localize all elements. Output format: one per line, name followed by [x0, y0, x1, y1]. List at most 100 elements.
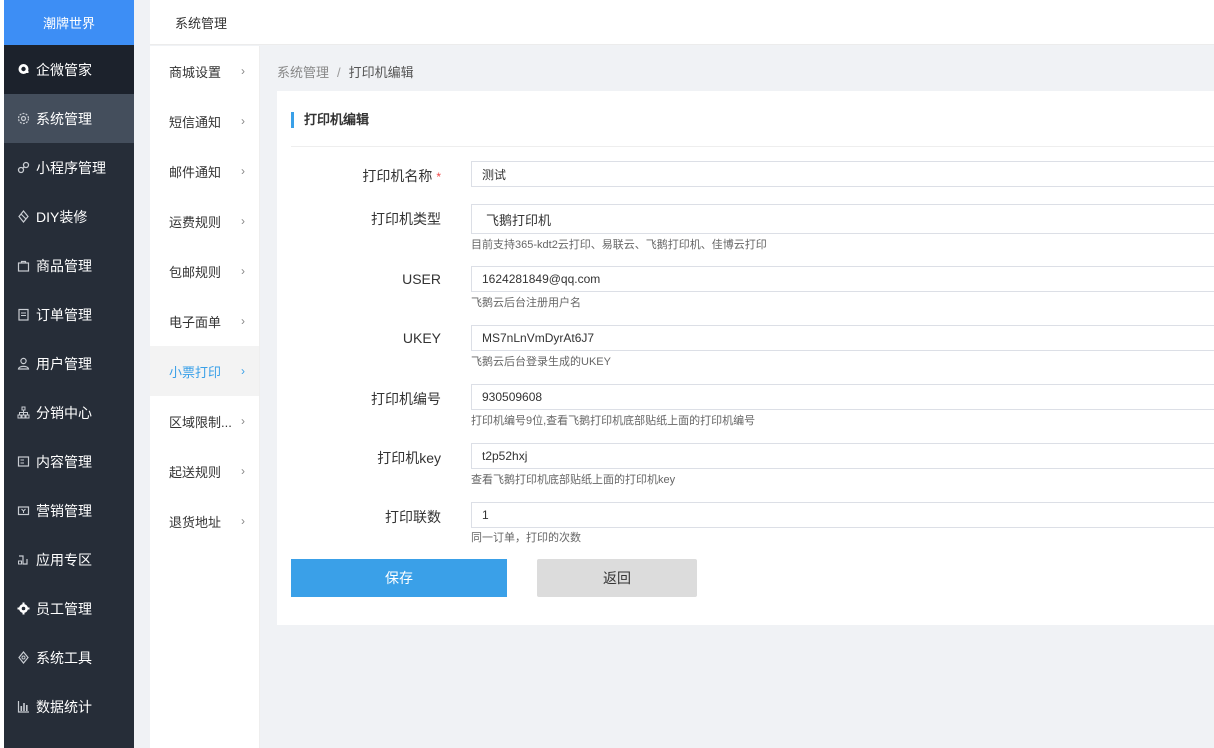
document-icon — [16, 455, 30, 469]
sidebar-item-staff[interactable]: 员工管理 — [4, 584, 134, 633]
breadcrumb-parent[interactable]: 系统管理 — [277, 65, 329, 80]
sidebar-item-label: 应用专区 — [36, 551, 92, 568]
submenu-item-return-address[interactable]: 退货地址 › — [150, 496, 259, 546]
sidebar-item-orders[interactable]: 订单管理 — [4, 290, 134, 339]
breadcrumb-current: 打印机编辑 — [348, 65, 414, 80]
qiwei-icon — [16, 63, 30, 77]
user-input[interactable]: 1624281849@qq.com — [471, 266, 1214, 292]
apps-icon — [16, 553, 30, 567]
submenu-item-sms[interactable]: 短信通知 › — [150, 96, 259, 146]
submenu-item-region-limit[interactable]: 区域限制... › — [150, 396, 259, 446]
submenu-item-label: 包邮规则 — [169, 264, 222, 280]
sidebar-item-content[interactable]: 内容管理 — [4, 437, 134, 486]
submenu-item-label: 小票打印 — [169, 364, 222, 380]
submenu-item-label: 起送规则 — [169, 464, 222, 480]
submenu-item-freight[interactable]: 运费规则 › — [150, 196, 259, 246]
user-icon — [16, 357, 30, 371]
sidebar-item-goods[interactable]: 商品管理 — [4, 241, 134, 290]
ukey-hint: 飞鹅云后台登录生成的UKEY — [471, 356, 611, 368]
submenu-item-e-waybill[interactable]: 电子面单 › — [150, 296, 259, 346]
submenu-item-receipt-print[interactable]: 小票打印 › — [150, 346, 259, 396]
staff-gear-icon — [16, 602, 30, 616]
chevron-right-icon: › — [241, 414, 245, 428]
main-sidebar: 潮牌世界 企微管家 系统管理 小程序管理 DIY装修 商品管理 订单管理 用户管… — [4, 0, 134, 748]
printer-edit-card: 打印机编辑 打印机名称 * 测试 打印机类型 飞鹅打印机 目前支持365-kdt2… — [277, 91, 1214, 625]
printer-type-label: 打印机类型 — [371, 211, 441, 227]
submenu-item-mall-settings[interactable]: 商城设置 › — [150, 46, 259, 96]
submenu-item-label: 邮件通知 — [169, 164, 222, 180]
sidebar-item-label: 内容管理 — [36, 453, 92, 470]
chevron-right-icon: › — [241, 364, 245, 378]
sidebar-item-qiwei[interactable]: 企微管家 — [4, 45, 134, 94]
sidebar-item-diy[interactable]: DIY装修 — [4, 192, 134, 241]
link-icon — [16, 161, 30, 175]
print-times-label: 打印联数 — [385, 509, 441, 525]
submenu-item-label: 电子面单 — [169, 314, 222, 330]
chevron-right-icon: › — [241, 164, 245, 178]
printer-sn-input[interactable]: 930509608 — [471, 384, 1214, 410]
sidebar-item-system[interactable]: 系统管理 — [4, 94, 134, 143]
breadcrumb: 系统管理 / 打印机编辑 — [277, 62, 414, 81]
sidebar-item-distribution[interactable]: 分销中心 — [4, 388, 134, 437]
chevron-right-icon: › — [241, 514, 245, 528]
printer-name-input[interactable]: 测试 — [471, 161, 1214, 187]
sidebar-item-label: 企微管家 — [36, 61, 92, 78]
sidebar-item-label: 订单管理 — [36, 306, 92, 323]
save-button[interactable]: 保存 — [291, 559, 507, 597]
sidebar-item-marketing[interactable]: 营销管理 — [4, 486, 134, 535]
top-header: 系统管理 — [150, 0, 1214, 45]
printer-key-input[interactable]: t2p52hxj — [471, 443, 1214, 469]
submenu-item-label: 商城设置 — [169, 64, 222, 80]
ukey-input[interactable]: MS7nLnVmDyrAt6J7 — [471, 325, 1214, 351]
submenu-item-label: 区域限制... — [169, 414, 232, 430]
ticket-icon — [16, 504, 30, 518]
printer-key-hint: 查看飞鹅打印机底部贴纸上面的打印机key — [471, 474, 676, 486]
sidebar-item-label: 员工管理 — [36, 600, 92, 617]
ukey-label: UKEY — [402, 330, 441, 346]
user-hint: 飞鹅云后台注册用户名 — [471, 297, 581, 309]
sidebar-item-label: DIY装修 — [36, 208, 88, 225]
submenu-item-min-delivery[interactable]: 起送规则 › — [150, 446, 259, 496]
brand-logo[interactable]: 潮牌世界 — [4, 0, 134, 45]
sidebar-item-label: 分销中心 — [36, 404, 92, 421]
user-label: USER — [402, 271, 441, 287]
clipboard-icon — [16, 308, 30, 322]
hierarchy-icon — [16, 406, 30, 420]
sidebar-item-label: 系统管理 — [36, 110, 92, 127]
back-button[interactable]: 返回 — [537, 559, 697, 597]
printer-type-select[interactable]: 飞鹅打印机 — [471, 204, 1214, 234]
card-title: 打印机编辑 — [291, 112, 369, 128]
sidebar-item-label: 商品管理 — [36, 257, 92, 274]
submenu-item-label: 运费规则 — [169, 214, 222, 230]
submenu-item-free-shipping[interactable]: 包邮规则 › — [150, 246, 259, 296]
tools-icon — [16, 651, 30, 665]
print-times-input[interactable]: 1 — [471, 502, 1214, 528]
sidebar-item-stats[interactable]: 数据统计 — [4, 682, 134, 731]
printer-name-label: 打印机名称 * — [277, 166, 441, 186]
chevron-right-icon: › — [241, 114, 245, 128]
sidebar-item-apps[interactable]: 应用专区 — [4, 535, 134, 584]
sidebar-item-label: 小程序管理 — [36, 159, 106, 176]
sub-sidebar: 商城设置 › 短信通知 › 邮件通知 › 运费规则 › 包邮规则 › 电子面单 › 小票打印… — [150, 46, 260, 748]
sidebar-item-label: 用户管理 — [36, 355, 92, 372]
print-times-hint: 同一订单，打印的次数 — [471, 532, 581, 544]
chevron-right-icon: › — [241, 64, 245, 78]
header-title: 系统管理 — [175, 15, 228, 31]
submenu-item-label: 短信通知 — [169, 114, 222, 130]
chevron-right-icon: › — [241, 314, 245, 328]
chart-icon — [16, 700, 30, 714]
sidebar-item-tools[interactable]: 系统工具 — [4, 633, 134, 682]
sidebar-item-label: 营销管理 — [36, 502, 92, 519]
required-mark: * — [436, 170, 441, 184]
chevron-right-icon: › — [241, 214, 245, 228]
sidebar-item-users[interactable]: 用户管理 — [4, 339, 134, 388]
sidebar-item-label: 系统工具 — [36, 649, 92, 666]
printer-sn-hint: 打印机编号9位,查看飞鹅打印机底部贴纸上面的打印机编号 — [471, 415, 756, 427]
sidebar-gap — [134, 0, 150, 748]
submenu-item-email[interactable]: 邮件通知 › — [150, 146, 259, 196]
gear-icon — [16, 112, 30, 126]
chevron-right-icon: › — [241, 464, 245, 478]
sidebar-item-label: 数据统计 — [36, 698, 92, 715]
printer-type-hint: 目前支持365-kdt2云打印、易联云、飞鹅打印机、佳博云打印 — [471, 239, 767, 251]
sidebar-item-miniprogram[interactable]: 小程序管理 — [4, 143, 134, 192]
